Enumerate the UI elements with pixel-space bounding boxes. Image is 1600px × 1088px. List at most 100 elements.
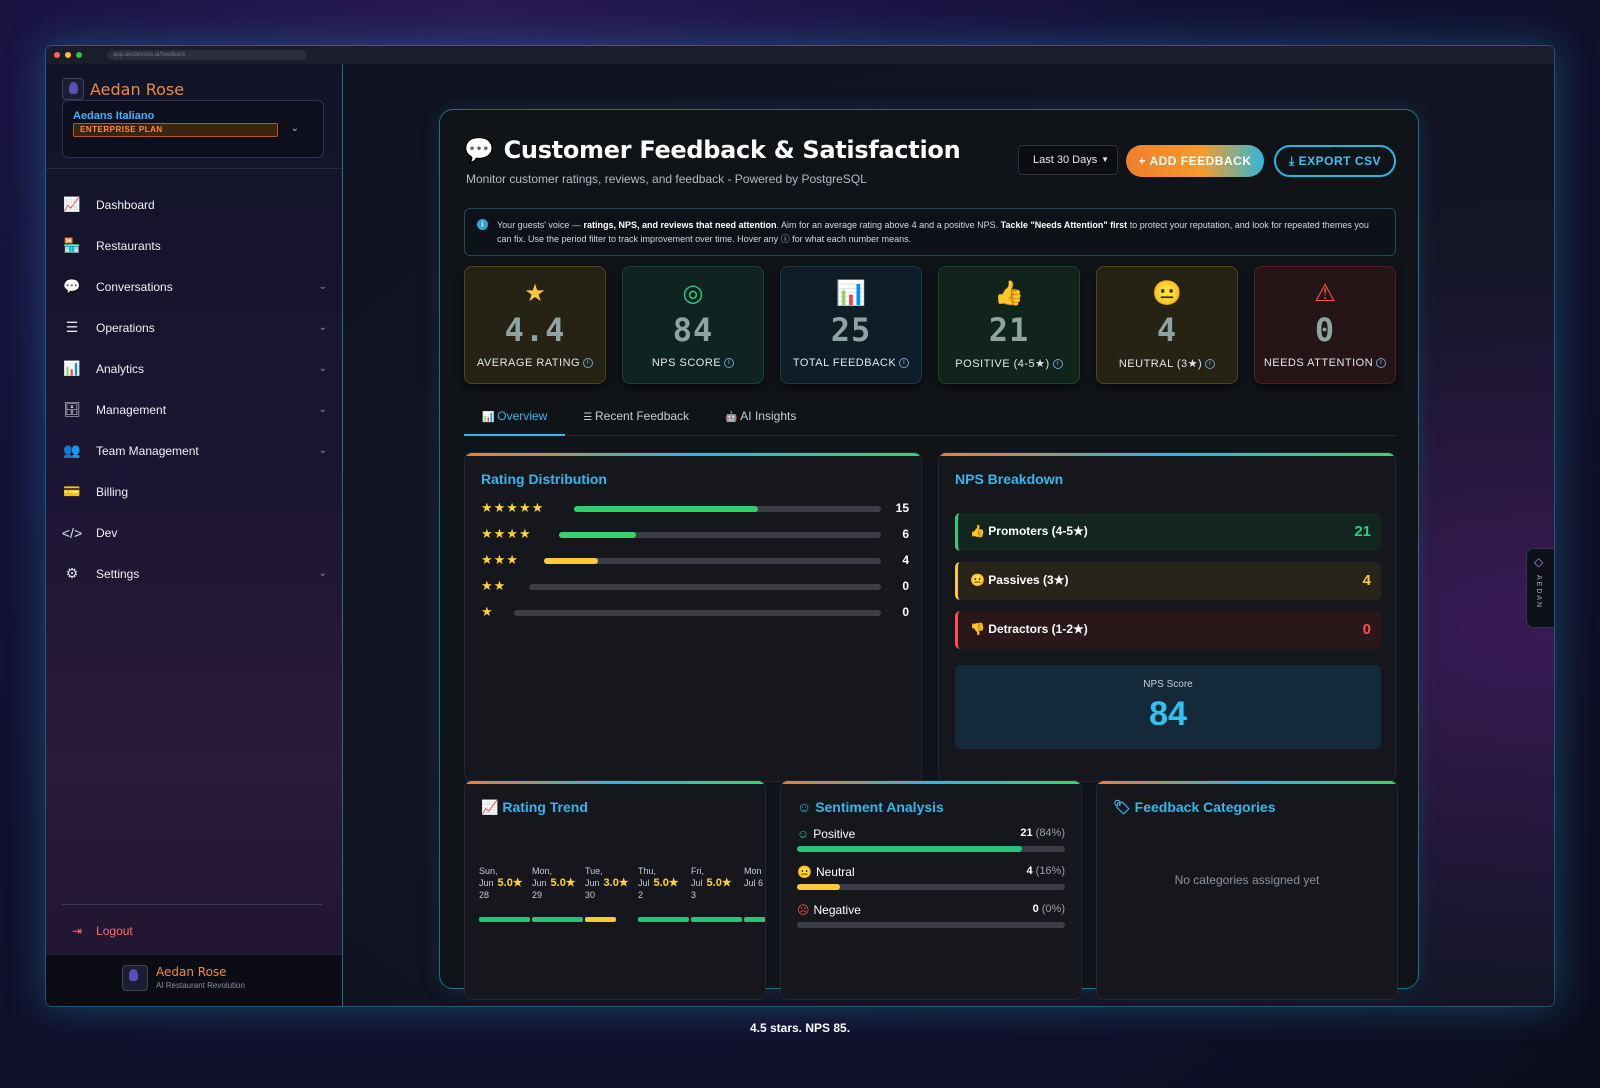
maximize-dot-icon[interactable] — [76, 52, 82, 58]
sidebar-item-team-management[interactable]: 👥 Team Management ⌄ — [62, 430, 327, 471]
star-icons: ★★★★★ — [481, 500, 545, 515]
info-text-1: Your guests' voice — — [497, 220, 584, 230]
sentiment-label: ☺ Positive — [797, 827, 855, 841]
stat-value: 0 — [1314, 311, 1336, 349]
sentiment-card: ☺ Sentiment Analysis ☺ Positive 21 (84%) 😐 Ne… — [780, 780, 1082, 1000]
chat-bubbles-icon: 💬 — [464, 136, 494, 164]
sidebar-item-conversations[interactable]: 💬 Conversations ⌄ — [62, 266, 327, 307]
info-icon[interactable]: i — [1205, 359, 1216, 370]
url-bar[interactable]: app.aedanrose.ai/feedback — [107, 50, 307, 60]
aedan-side-tab[interactable]: ◇ AEDAN — [1526, 548, 1554, 628]
tab-recent-feedback[interactable]: ☰ Recent Feedback — [565, 400, 707, 436]
minimize-dot-icon[interactable] — [65, 52, 71, 58]
nps-score-box: NPS Score 84 — [955, 665, 1381, 749]
tab-ai-insights[interactable]: 🤖 AI Insights — [707, 400, 814, 436]
info-icon[interactable]: i — [899, 358, 910, 369]
card-title: 🏷 Feedback Categories — [1113, 799, 1276, 816]
sidebar-item-operations[interactable]: ☰ Operations ⌄ — [62, 307, 327, 348]
smile-icon: ☺ — [797, 827, 810, 841]
feedback-categories-card: 🏷 Feedback Categories No categories assi… — [1096, 780, 1398, 1000]
period-select[interactable]: Last 30 Days ▼ — [1018, 145, 1118, 175]
stat-card-total-feedback: 📊 25 TOTAL FEEDBACK i — [780, 266, 922, 384]
credit-card-icon: 💳 — [63, 483, 81, 499]
tag-icon: 🏷 — [1113, 799, 1131, 815]
stat-card-nps-score: ◎ 84 NPS SCORE i — [622, 266, 764, 384]
sidebar-item-settings[interactable]: ⚙ Settings ⌄ — [62, 553, 327, 594]
sidebar-item-billing[interactable]: 💳 Billing — [62, 471, 327, 512]
trend-day: Tue, — [585, 866, 603, 876]
rating-row: ★★★★ 6 — [481, 527, 909, 543]
browser-titlebar: app.aedanrose.ai/feedback — [46, 46, 1554, 64]
trend-bar — [532, 917, 583, 922]
info-icon[interactable]: i — [583, 358, 594, 369]
sentiment-bar-track — [797, 884, 1065, 890]
trend-date-line: Jul 5.0★ — [638, 877, 679, 889]
main-area: 💬 Customer Feedback & Satisfaction Monit… — [343, 64, 1554, 1006]
stat-label-text: NEUTRAL (3★) — [1118, 358, 1203, 370]
trend-point: Fri, Jul 5.0★ 3 — [691, 865, 732, 901]
sidebar-item-dev[interactable]: </> Dev — [62, 512, 327, 553]
trend-day: Fri, — [691, 866, 704, 876]
nps-detractors-row: 👎 Detractors (1-2★) 0 — [955, 611, 1381, 649]
trend-month: Jul 6 — [744, 878, 764, 888]
users-icon: 👥 — [63, 442, 81, 458]
stat-cards: ★ 4.4 AVERAGE RATING i ◎ 84 NPS SCORE i 📊 25 TOTAL… — [464, 266, 1396, 384]
categories-empty-state: No categories assigned yet — [1174, 873, 1320, 887]
trend-bar — [744, 917, 765, 922]
rating-count: 0 — [902, 605, 909, 619]
trend-date: 30 — [585, 890, 596, 900]
feedback-panel: 💬 Customer Feedback & Satisfaction Monit… — [439, 109, 1419, 1000]
trend-date-line: Jun 5.0★ — [479, 877, 523, 889]
stat-label: POSITIVE (4-5★) i — [939, 357, 1079, 370]
stat-label: TOTAL FEEDBACK i — [781, 357, 921, 369]
sidebar-item-label: Restaurants — [96, 238, 161, 253]
trend-date: 29 — [532, 890, 543, 900]
close-dot-icon[interactable] — [54, 52, 60, 58]
trend-point: Sun, Jun 5.0★ 28 — [479, 865, 523, 901]
info-icon[interactable]: i — [1376, 358, 1387, 369]
sentiment-label: ☹ Negative — [797, 903, 861, 917]
nps-detractors-value: 0 — [1362, 621, 1371, 638]
card-title: NPS Breakdown — [955, 471, 1064, 487]
period-select-value: Last 30 Days — [1033, 154, 1098, 166]
logout-button[interactable]: ⇥ Logout — [72, 924, 133, 938]
info-banner: i Your guests' voice — ratings, NPS, and… — [464, 208, 1396, 256]
sidebar-item-analytics[interactable]: 📊 Analytics ⌄ — [62, 348, 327, 389]
info-icon[interactable]: i — [724, 358, 735, 369]
trend-date: 2 — [638, 890, 644, 900]
rating-count: 4 — [902, 553, 909, 567]
line-chart-icon: 📈 — [481, 799, 499, 815]
org-selector[interactable]: Aedans Italiano ENTERPRISE PLAN ⌄ — [62, 100, 324, 158]
export-csv-button[interactable]: ⤓ EXPORT CSV — [1274, 145, 1396, 177]
tab-label: AI Insights — [740, 409, 797, 423]
rating-count: 0 — [902, 579, 909, 593]
nps-passives-value: 4 — [1362, 572, 1371, 589]
add-feedback-button[interactable]: + ADD FEEDBACK — [1126, 145, 1264, 177]
sidebar-item-management[interactable]: 🗄 Management ⌄ — [62, 389, 327, 430]
sentiment-bar-track — [797, 922, 1065, 928]
nps-passives-label: 😐 Passives (3★) — [970, 573, 1068, 587]
divider — [46, 168, 342, 169]
info-icon[interactable]: i — [1052, 359, 1063, 370]
brand[interactable]: Aedan Rose — [62, 78, 184, 100]
trend-point: Tue, Jun 3.0★ 30 — [585, 865, 629, 901]
trend-day: Mon, — [532, 866, 553, 876]
stat-label: NPS SCORE i — [623, 357, 763, 369]
tab-label: Overview — [497, 409, 548, 423]
chevron-down-icon: ⌄ — [318, 363, 327, 374]
rating-bar-fill — [559, 532, 637, 538]
star-icons: ★ — [481, 604, 494, 619]
thumbs-down-icon: 👎 — [970, 622, 985, 636]
trend-date-line: Jul 6 — [744, 877, 765, 889]
sidebar-item-dashboard[interactable]: 📈 Dashboard — [62, 184, 327, 225]
sidebar-item-restaurants[interactable]: 🏪 Restaurants — [62, 225, 327, 266]
tab-overview[interactable]: 📊 Overview — [464, 400, 566, 436]
card-title-text: Rating Trend — [502, 799, 588, 815]
trend-month: Jul — [638, 878, 650, 888]
trend-month: Jul — [691, 878, 703, 888]
rating-distribution-card: Rating Distribution ★★★★★ 15 ★★★★ 6 ★★★ 4 ★★ 0 ★… — [464, 452, 922, 782]
sentiment-label-text: Negative — [813, 903, 861, 917]
trend-bar — [585, 917, 616, 922]
sentiment-count: 21 — [1020, 827, 1033, 839]
rating-row: ★★★ 4 — [481, 553, 909, 569]
